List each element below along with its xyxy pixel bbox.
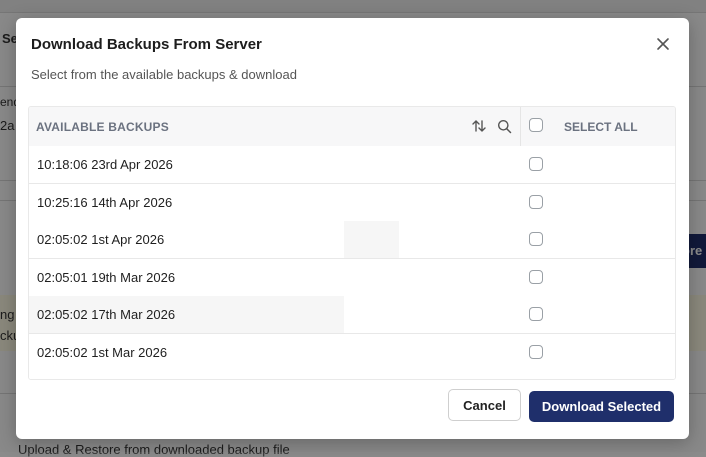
backup-label: 02:05:02 1st Mar 2026	[37, 345, 168, 360]
search-icon-svg	[498, 120, 512, 134]
cancel-button[interactable]: Cancel	[448, 389, 521, 421]
table-row[interactable]: 02:05:01 19th Mar 2026	[29, 259, 675, 297]
sort-icon-svg	[472, 120, 486, 132]
row-checkbox[interactable]	[529, 270, 543, 284]
row-hover-shade	[344, 221, 399, 258]
select-all-checkbox[interactable]	[529, 118, 543, 132]
backup-label: 10:18:06 23rd Apr 2026	[37, 157, 173, 172]
row-checkbox[interactable]	[529, 232, 543, 246]
search-icon[interactable]	[497, 119, 512, 134]
modal-subtitle: Select from the available backups & down…	[31, 67, 297, 82]
download-backups-modal: Download Backups From Server Select from…	[16, 18, 689, 439]
modal-title: Download Backups From Server	[31, 36, 262, 53]
select-all-label[interactable]: SELECT ALL	[564, 120, 638, 134]
download-selected-button[interactable]: Download Selected	[529, 391, 674, 422]
close-icon-svg	[657, 38, 669, 50]
close-icon[interactable]	[655, 36, 671, 52]
table-row-partial	[29, 371, 675, 379]
row-checkbox[interactable]	[529, 307, 543, 321]
row-checkbox[interactable]	[529, 345, 543, 359]
backup-label: 02:05:01 19th Mar 2026	[37, 270, 176, 285]
backup-label: 10:25:16 14th Apr 2026	[37, 195, 173, 210]
table-row[interactable]: 10:18:06 23rd Apr 2026	[29, 146, 675, 184]
sort-icon[interactable]	[471, 118, 487, 134]
backup-label: 02:05:02 1st Apr 2026	[37, 232, 165, 247]
row-checkbox[interactable]	[529, 195, 543, 209]
table-header: AVAILABLE BACKUPS SELECT ALL	[29, 107, 675, 147]
backups-table: AVAILABLE BACKUPS SELECT ALL 10:18:06 23…	[28, 106, 676, 380]
table-row[interactable]: 02:05:02 1st Mar 2026	[29, 334, 675, 372]
header-divider	[520, 107, 521, 146]
table-row[interactable]: 10:25:16 14th Apr 2026	[29, 184, 675, 222]
column-header-available-backups: AVAILABLE BACKUPS	[36, 120, 169, 134]
row-checkbox[interactable]	[529, 157, 543, 171]
backup-label: 02:05:02 17th Mar 2026	[37, 307, 176, 322]
table-row[interactable]: 02:05:02 17th Mar 2026	[29, 296, 675, 334]
table-row[interactable]: 02:05:02 1st Apr 2026	[29, 221, 675, 259]
